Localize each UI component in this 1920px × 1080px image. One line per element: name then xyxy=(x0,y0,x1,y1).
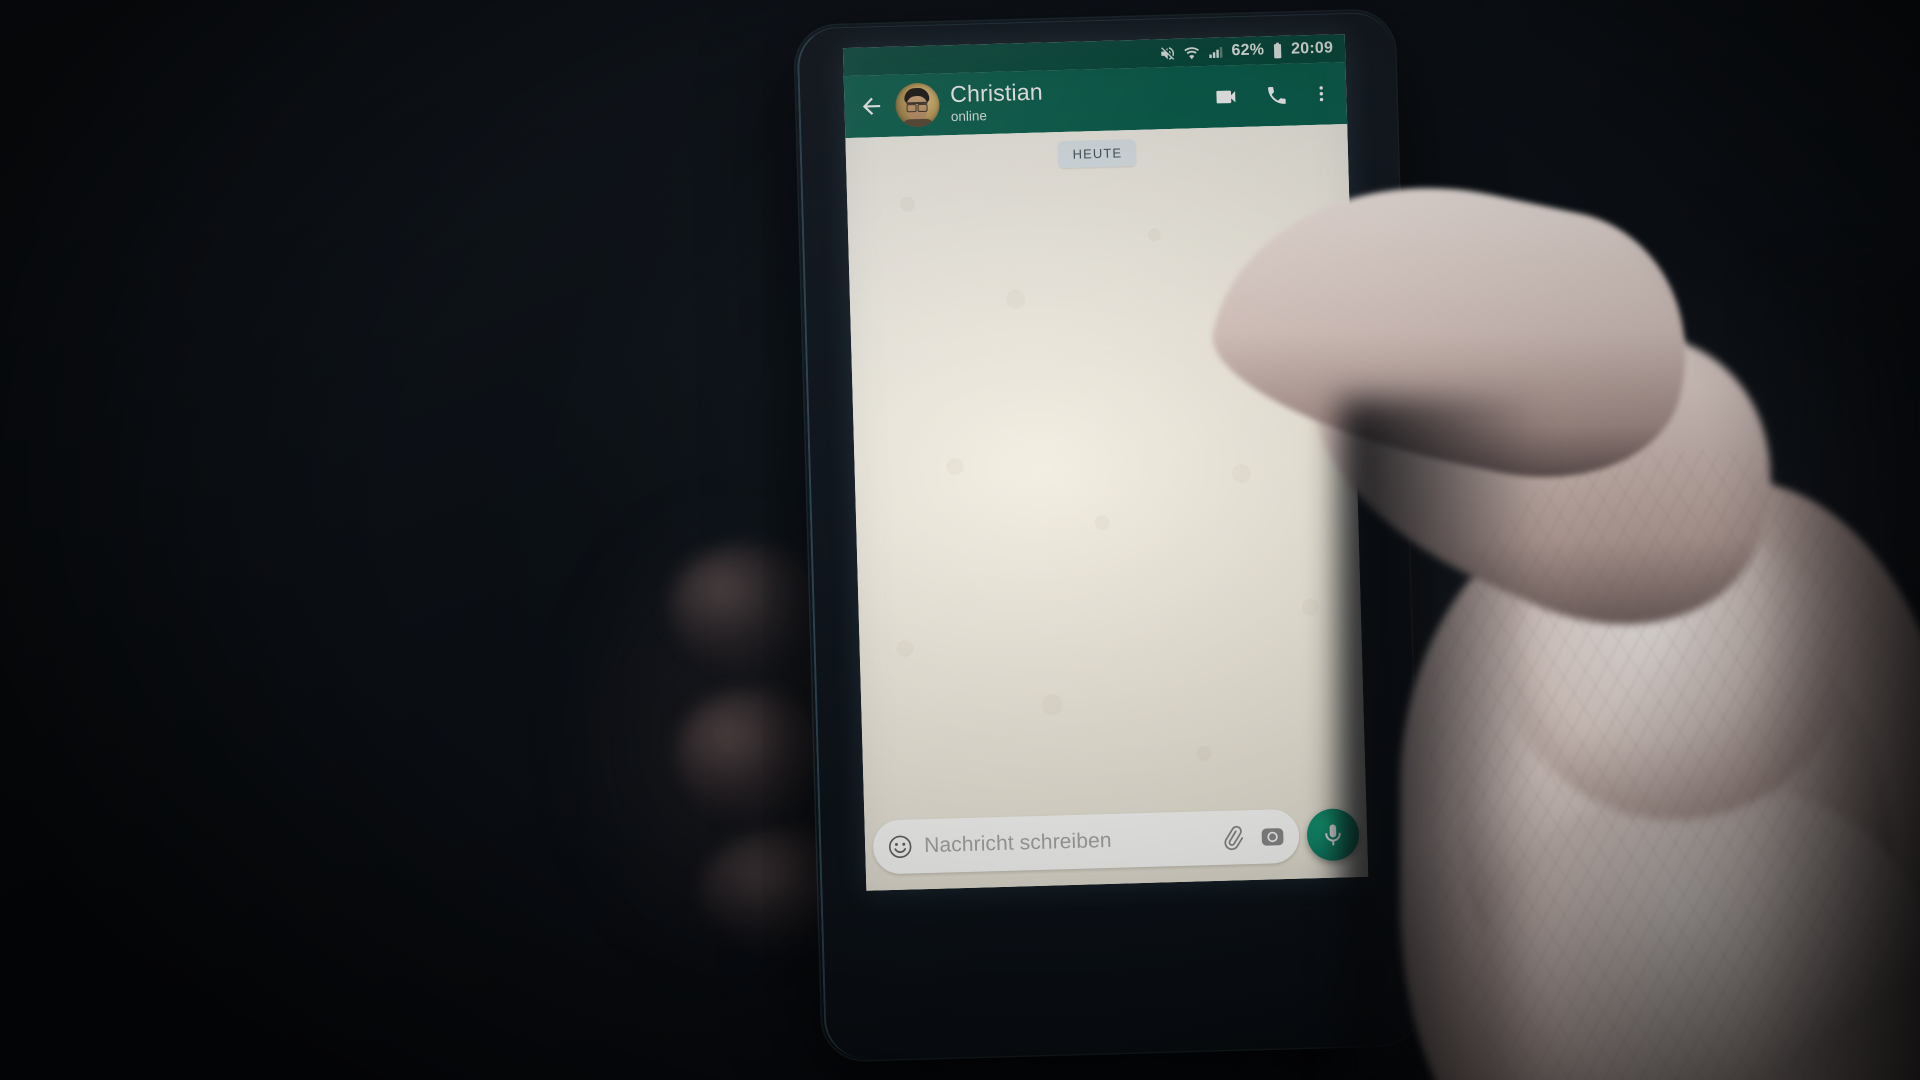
cellular-signal-icon xyxy=(1209,46,1223,58)
smartphone: 62% 20:09 Christian online HEUTE Nachric… xyxy=(794,9,1423,1076)
more-options-icon xyxy=(1319,86,1324,102)
video-call-button[interactable] xyxy=(1204,75,1247,118)
attach-button[interactable] xyxy=(1217,822,1248,853)
back-arrow-icon xyxy=(862,97,881,115)
paperclip-attach-icon xyxy=(1223,825,1243,850)
phone-screen: 62% 20:09 Christian online HEUTE Nachric… xyxy=(842,34,1369,891)
camera-button[interactable] xyxy=(1257,821,1288,852)
scene-root: 62% 20:09 Christian online HEUTE Nachric… xyxy=(0,0,1920,1080)
hand-palm xyxy=(1400,480,1920,1080)
contact-info[interactable]: Christian online xyxy=(948,76,1196,126)
date-chip: HEUTE xyxy=(1057,138,1137,169)
hand-thumb xyxy=(1432,592,1918,1068)
voice-record-button[interactable] xyxy=(1306,808,1360,862)
chat-message-list[interactable]: HEUTE xyxy=(845,124,1369,891)
hand-shadow xyxy=(1750,270,1920,1080)
back-button[interactable] xyxy=(856,91,887,122)
message-input-bar xyxy=(864,801,1368,881)
avatar-shirt xyxy=(901,118,935,128)
battery-icon xyxy=(1273,42,1282,58)
avatar-glasses xyxy=(906,101,928,109)
hand-lower xyxy=(1480,790,1920,1080)
avatar[interactable] xyxy=(894,82,941,128)
more-options-button[interactable] xyxy=(1306,72,1337,115)
emoji-button[interactable] xyxy=(886,832,915,861)
camera-icon xyxy=(1261,827,1283,846)
status-bar-clock: 20:09 xyxy=(1290,39,1334,58)
background-finger xyxy=(676,690,826,820)
wifi-icon xyxy=(1184,46,1200,59)
background-finger xyxy=(670,545,820,670)
message-input-pill[interactable] xyxy=(872,808,1300,875)
mute-icon xyxy=(1161,46,1175,60)
message-input[interactable] xyxy=(923,826,1208,859)
battery-percent-label: 62% xyxy=(1231,41,1265,60)
hand-knuckle xyxy=(1510,520,1840,820)
hand-skin-creases xyxy=(1430,450,1910,1080)
emoji-smiley-icon xyxy=(888,835,912,859)
microphone-icon xyxy=(1325,824,1341,846)
video-call-icon xyxy=(1215,90,1235,103)
voice-call-button[interactable] xyxy=(1255,73,1298,116)
phone-call-icon xyxy=(1267,86,1286,104)
